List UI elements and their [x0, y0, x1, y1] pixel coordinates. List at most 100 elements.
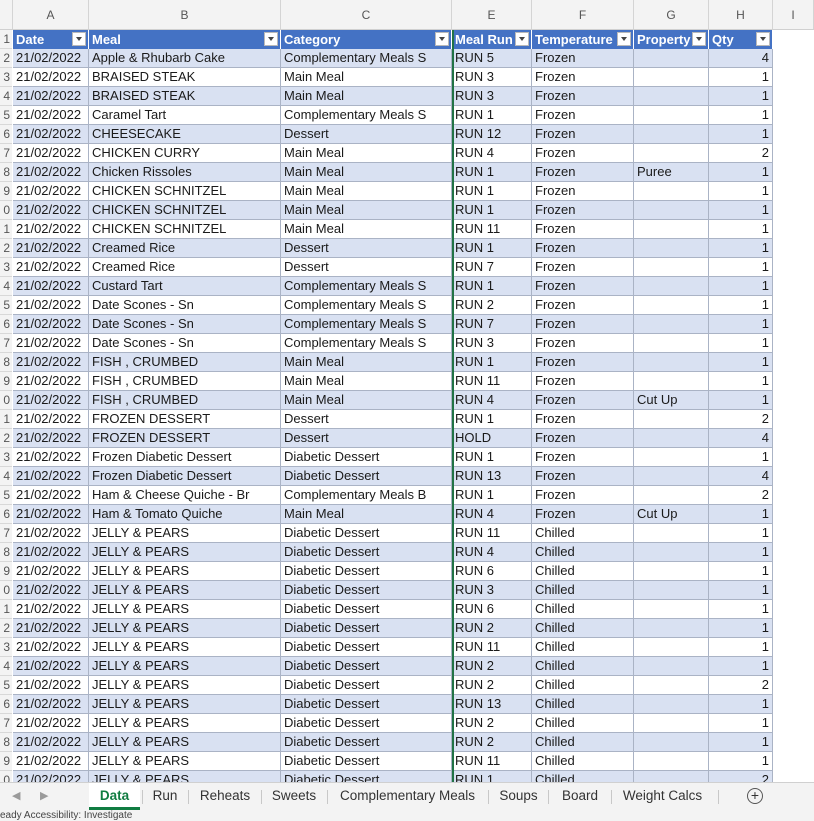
cell-category[interactable]: Diabetic Dessert	[281, 676, 452, 695]
cell-qty[interactable]: 1	[709, 201, 773, 220]
cell-category[interactable]: Complementary Meals S	[281, 106, 452, 125]
cell-category[interactable]: Diabetic Dessert	[281, 448, 452, 467]
select-all-corner[interactable]	[0, 0, 13, 30]
cell-meal[interactable]: BRAISED STEAK	[89, 87, 281, 106]
cell-qty[interactable]: 1	[709, 638, 773, 657]
cell-meal-run[interactable]: RUN 11	[452, 372, 532, 391]
filter-dropdown-icon[interactable]	[515, 32, 529, 46]
cell-date[interactable]: 21/02/2022	[13, 467, 89, 486]
cell-temperature[interactable]: Frozen	[532, 334, 634, 353]
cell-meal[interactable]: JELLY & PEARS	[89, 638, 281, 657]
cell-category[interactable]: Main Meal	[281, 505, 452, 524]
cell-temperature[interactable]: Frozen	[532, 277, 634, 296]
cell-qty[interactable]: 1	[709, 581, 773, 600]
cell-category[interactable]: Main Meal	[281, 201, 452, 220]
cell-category[interactable]: Main Meal	[281, 353, 452, 372]
cell-meal-run[interactable]: RUN 3	[452, 581, 532, 600]
cell-qty[interactable]: 1	[709, 296, 773, 315]
cell-temperature[interactable]: Frozen	[532, 429, 634, 448]
cell-meal-run[interactable]: RUN 11	[452, 220, 532, 239]
cell-date[interactable]: 21/02/2022	[13, 676, 89, 695]
cell-property[interactable]	[634, 239, 709, 258]
cell-qty[interactable]: 1	[709, 125, 773, 144]
cell-temperature[interactable]: Frozen	[532, 372, 634, 391]
sheet-tab-reheats[interactable]: Reheats	[190, 783, 260, 810]
cell-property[interactable]	[634, 543, 709, 562]
cell-temperature[interactable]: Frozen	[532, 125, 634, 144]
filter-dropdown-icon[interactable]	[692, 32, 706, 46]
cell-meal[interactable]: CHICKEN SCHNITZEL	[89, 182, 281, 201]
cell-meal-run[interactable]: RUN 4	[452, 505, 532, 524]
cell-meal-run[interactable]: RUN 6	[452, 600, 532, 619]
row-number[interactable]: 6	[0, 505, 12, 524]
cell-temperature[interactable]: Chilled	[532, 752, 634, 771]
cell-qty[interactable]: 4	[709, 49, 773, 68]
row-number[interactable]: 3	[0, 68, 12, 87]
cell-temperature[interactable]: Frozen	[532, 486, 634, 505]
cell-temperature[interactable]: Frozen	[532, 448, 634, 467]
cell-meal-run[interactable]: RUN 3	[452, 334, 532, 353]
cell-property[interactable]	[634, 220, 709, 239]
row-number[interactable]: 6	[0, 315, 12, 334]
cell-property[interactable]	[634, 676, 709, 695]
cell-meal-run[interactable]: RUN 1	[452, 182, 532, 201]
cell-temperature[interactable]: Frozen	[532, 391, 634, 410]
cell-meal-run[interactable]: RUN 11	[452, 524, 532, 543]
cell-date[interactable]: 21/02/2022	[13, 600, 89, 619]
cell-meal[interactable]: Custard Tart	[89, 277, 281, 296]
cell-property[interactable]	[634, 429, 709, 448]
cell-date[interactable]: 21/02/2022	[13, 524, 89, 543]
cell-meal-run[interactable]: RUN 1	[452, 771, 532, 782]
sheet-tab-soups[interactable]: Soups	[490, 783, 547, 810]
cell-qty[interactable]: 1	[709, 87, 773, 106]
cell-meal[interactable]: JELLY & PEARS	[89, 752, 281, 771]
cell-property[interactable]	[634, 68, 709, 87]
cell-date[interactable]: 21/02/2022	[13, 391, 89, 410]
cell-meal-run[interactable]: RUN 3	[452, 87, 532, 106]
cell-category[interactable]: Dessert	[281, 258, 452, 277]
cell-temperature[interactable]: Chilled	[532, 581, 634, 600]
cell-meal[interactable]: JELLY & PEARS	[89, 619, 281, 638]
cell-category[interactable]: Diabetic Dessert	[281, 752, 452, 771]
cell-qty[interactable]: 1	[709, 68, 773, 87]
cell-qty[interactable]: 4	[709, 467, 773, 486]
cell-meal[interactable]: JELLY & PEARS	[89, 543, 281, 562]
cell-date[interactable]: 21/02/2022	[13, 486, 89, 505]
cell-category[interactable]: Diabetic Dessert	[281, 543, 452, 562]
column-header-temperature[interactable]: Temperature	[532, 30, 634, 49]
cell-property[interactable]	[634, 695, 709, 714]
cell-date[interactable]: 21/02/2022	[13, 106, 89, 125]
cell-meal-run[interactable]: RUN 12	[452, 125, 532, 144]
cell-category[interactable]: Dessert	[281, 429, 452, 448]
column-header-meal[interactable]: Meal	[89, 30, 281, 49]
cell-temperature[interactable]: Frozen	[532, 296, 634, 315]
sheet-tab-data[interactable]: Data	[89, 783, 140, 810]
row-number[interactable]: 9	[0, 562, 12, 581]
row-number[interactable]: 0	[0, 581, 12, 600]
cell-date[interactable]: 21/02/2022	[13, 296, 89, 315]
cell-property[interactable]	[634, 448, 709, 467]
cell-temperature[interactable]: Chilled	[532, 638, 634, 657]
cell-property[interactable]	[634, 106, 709, 125]
cell-date[interactable]: 21/02/2022	[13, 68, 89, 87]
cell-qty[interactable]: 2	[709, 410, 773, 429]
cell-category[interactable]: Diabetic Dessert	[281, 562, 452, 581]
cell-meal-run[interactable]: RUN 6	[452, 562, 532, 581]
cell-date[interactable]: 21/02/2022	[13, 49, 89, 68]
cell-category[interactable]: Main Meal	[281, 144, 452, 163]
cell-date[interactable]: 21/02/2022	[13, 714, 89, 733]
cell-category[interactable]: Diabetic Dessert	[281, 600, 452, 619]
row-number[interactable]: 9	[0, 372, 12, 391]
column-header-category[interactable]: Category	[281, 30, 452, 49]
cell-temperature[interactable]: Chilled	[532, 600, 634, 619]
cell-date[interactable]: 21/02/2022	[13, 695, 89, 714]
cell-meal[interactable]: JELLY & PEARS	[89, 600, 281, 619]
cell-category[interactable]: Diabetic Dessert	[281, 695, 452, 714]
cell-date[interactable]: 21/02/2022	[13, 771, 89, 782]
cell-date[interactable]: 21/02/2022	[13, 239, 89, 258]
cell-property[interactable]	[634, 410, 709, 429]
cell-property[interactable]: Puree	[634, 163, 709, 182]
row-number[interactable]: 4	[0, 467, 12, 486]
cell-meal[interactable]: Chicken Rissoles	[89, 163, 281, 182]
row-number[interactable]: 0	[0, 771, 12, 782]
